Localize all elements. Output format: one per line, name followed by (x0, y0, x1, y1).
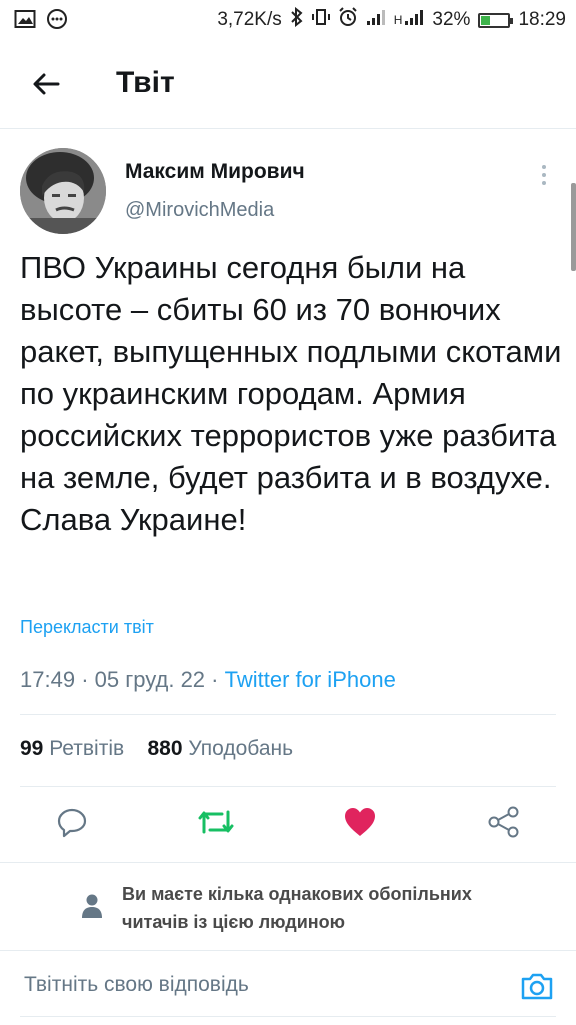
share-icon (488, 806, 519, 838)
top-bar: Твіт (0, 40, 576, 129)
retweet-icon (198, 810, 234, 834)
mutual-followers-text: Ви маєте кілька однакових обопільних чит… (122, 884, 472, 932)
heart-icon (345, 808, 375, 836)
vibrate-icon (311, 7, 330, 33)
meta-separator: · (81, 667, 95, 692)
status-bar: 3,72K/s H 32% 18:29 (0, 0, 576, 40)
author-name[interactable]: Максим Мирович (125, 160, 305, 184)
chat-notification-icon (46, 8, 68, 36)
meta-separator: · (211, 667, 225, 692)
camera-icon (521, 973, 553, 1000)
clock: 18:29 (518, 9, 566, 30)
divider (20, 786, 556, 787)
tweet-actions (0, 800, 576, 848)
alarm-icon (338, 7, 358, 33)
person-icon (82, 894, 102, 918)
bluetooth-icon (290, 6, 304, 33)
likes-stat[interactable]: 880 Уподобань (148, 737, 294, 760)
translate-tweet-link[interactable]: Перекласти твіт (20, 617, 154, 638)
tweet-source-link[interactable]: Twitter for iPhone (225, 667, 396, 692)
page-title: Твіт (116, 66, 175, 99)
scrollbar[interactable] (571, 183, 576, 271)
more-dot-icon (542, 165, 546, 169)
retweets-count: 99 (20, 737, 44, 760)
battery-text: 32% (432, 9, 471, 30)
like-button[interactable] (338, 800, 382, 844)
more-dot-icon (542, 181, 546, 185)
avatar[interactable] (20, 148, 106, 234)
signal-icon (366, 8, 386, 32)
back-button[interactable] (26, 64, 66, 104)
reply-input[interactable] (24, 973, 404, 997)
reply-bar (0, 950, 576, 1025)
camera-button[interactable] (517, 966, 557, 1006)
more-options-button[interactable] (532, 160, 556, 190)
retweet-button[interactable] (194, 800, 238, 844)
divider (20, 714, 556, 715)
tweet-date: 05 груд. 22 (94, 667, 206, 692)
author-handle[interactable]: @MirovichMedia (125, 199, 274, 222)
network-type: H (393, 13, 403, 27)
tweet-time: 17:49 (20, 667, 76, 692)
tweet-meta: 17:49 · 05 груд. 22 · Twitter for iPhone (20, 667, 396, 693)
retweets-label: Ретвітів (49, 737, 125, 760)
tweet-text: ПВО Украины сегодня были на высоте – сби… (20, 250, 562, 537)
signal-icon-2 (404, 8, 424, 32)
gallery-notification-icon (14, 9, 36, 35)
more-dot-icon (542, 173, 546, 177)
tweet-stats: 99 Ретвітів 880 Уподобань (20, 737, 293, 761)
divider (20, 1016, 556, 1017)
share-button[interactable] (482, 800, 526, 844)
battery-level (481, 15, 490, 25)
battery-icon (478, 12, 514, 28)
likes-label: Уподобань (188, 737, 294, 760)
network-speed: 3,72K/s (217, 9, 282, 30)
arrow-left-icon (33, 73, 60, 95)
reply-icon (57, 808, 87, 838)
likes-count: 880 (147, 737, 183, 760)
reply-button[interactable] (50, 800, 94, 844)
mutual-followers-notice[interactable]: Ви маєте кілька однакових обопільних чит… (0, 862, 576, 949)
retweets-stat[interactable]: 99 Ретвітів (20, 737, 124, 760)
